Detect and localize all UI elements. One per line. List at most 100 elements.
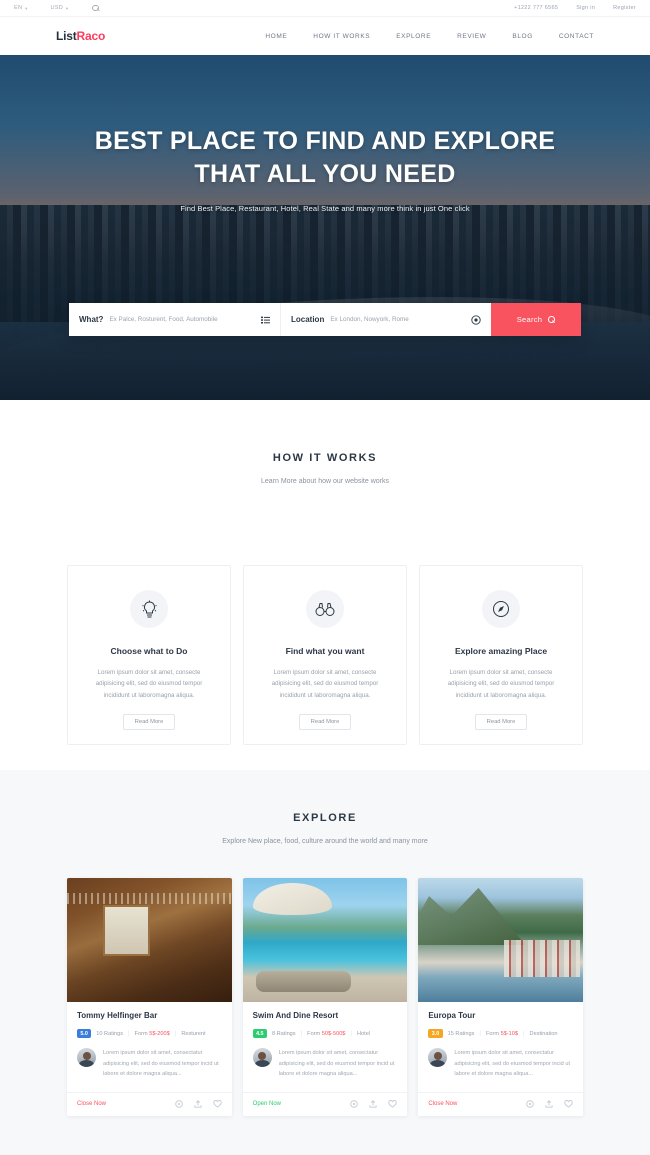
price-value: 5$-10$ <box>500 1030 518 1037</box>
listing-category: Resturent <box>181 1030 206 1037</box>
hero-banner: BEST PLACE TO FIND AND EXPLORE THAT ALL … <box>0 55 650 400</box>
how-it-works-card-2: Find what you want Lorem ipsum dolor sit… <box>243 565 407 745</box>
card-title: Find what you want <box>285 646 365 656</box>
avatar <box>428 1048 448 1068</box>
search-what-label: What? <box>79 315 104 324</box>
avatar <box>252 1048 272 1068</box>
listing-description-row: Lorem ipsum dolor sit amet, consectatur … <box>77 1048 222 1090</box>
alpine-village-photo <box>418 878 584 1002</box>
ratings-count: 10 Ratings <box>96 1030 124 1037</box>
listing-card[interactable]: Swim And Dine Resort 4.5 8 Ratings | For… <box>242 878 408 1117</box>
currency-label: USD <box>50 5 64 11</box>
hero-search-bar: What? Ex Palce, Rosturent, Food, Automob… <box>69 303 581 336</box>
search-location-label: Location <box>291 315 325 324</box>
section-title: HOW IT WORKS <box>272 452 378 464</box>
hero-title-line-2: THAT ALL YOU NEED <box>194 160 456 188</box>
topbar-right-group: +1222 777 6565 Sign in Register <box>514 5 636 11</box>
listing-actions <box>350 1100 397 1108</box>
bar-interior-photo <box>67 878 232 1002</box>
search-icon <box>548 316 555 323</box>
card-text: Lorem ipsum dolor sit amet, consecte adi… <box>95 669 203 699</box>
search-what-field[interactable]: What? Ex Palce, Rosturent, Food, Automob… <box>69 303 280 336</box>
listing-card[interactable]: Europa Tour 3.0 15 Ratings | Form 5$-10$… <box>418 878 584 1117</box>
search-icon[interactable] <box>91 4 100 13</box>
phone-number: +1222 777 6565 <box>514 5 559 11</box>
site-header: ListRaco HOME HOW IT WORKS EXPLORE REVIE… <box>0 17 650 55</box>
nav-item-how-it-works[interactable]: HOW IT WORKS <box>313 33 370 40</box>
read-more-button[interactable]: Read More <box>474 714 528 731</box>
listing-description-row: Lorem ipsum dolor sit amet, consectatur … <box>428 1048 573 1090</box>
listing-card[interactable]: Tommy Helfinger Bar 5.0 10 Ratings | For… <box>67 878 232 1117</box>
share-icon[interactable] <box>194 1100 202 1108</box>
location-pin-icon[interactable] <box>174 1100 183 1108</box>
heart-icon[interactable] <box>388 1100 397 1108</box>
hero-content: BEST PLACE TO FIND AND EXPLORE THAT ALL … <box>0 55 650 400</box>
rating-badge: 4.5 <box>252 1029 267 1039</box>
ratings-count: 15 Ratings <box>447 1030 475 1037</box>
share-icon[interactable] <box>369 1100 377 1108</box>
location-pin-icon[interactable] <box>350 1100 359 1108</box>
share-icon[interactable] <box>545 1100 553 1108</box>
listing-body: Europa Tour 3.0 15 Ratings | Form 5$-10$… <box>418 1002 583 1090</box>
status-badge: Close Now <box>77 1101 107 1108</box>
card-text: Lorem ipsum dolor sit amet, consecte adi… <box>271 669 379 699</box>
heart-icon[interactable] <box>213 1100 222 1108</box>
price-range: Form 5$-10$ <box>485 1030 518 1037</box>
search-location-field[interactable]: Location Ex London, Nowyork, Rome <box>280 303 491 336</box>
section-subtitle: Learn More about how our website works <box>260 478 389 485</box>
nav-item-contact[interactable]: CONTACT <box>559 33 594 40</box>
language-selector[interactable]: EN ▼ <box>14 5 41 11</box>
topbar-left-group: EN ▼ USD ▼ <box>14 4 100 13</box>
list-icon[interactable] <box>261 316 270 324</box>
section-title: EXPLORE <box>293 812 357 824</box>
listing-footer: Close Now <box>67 1092 232 1116</box>
listing-description: Lorem ipsum dolor sit amet, consectatur … <box>454 1050 571 1077</box>
listing-description: Lorem ipsum dolor sit amet, consectatur … <box>278 1050 395 1077</box>
heart-icon[interactable] <box>564 1100 573 1108</box>
register-link[interactable]: Register <box>613 5 636 11</box>
main-navigation: HOME HOW IT WORKS EXPLORE REVIEW BLOG CO… <box>265 33 594 40</box>
read-more-button[interactable]: Read More <box>298 714 352 731</box>
how-it-works-card-3: Explore amazing Place Lorem ipsum dolor … <box>419 565 583 745</box>
price-range: Form 50$-500$ <box>307 1030 346 1037</box>
resort-pool-photo <box>242 878 408 1002</box>
search-what-placeholder: Ex Palce, Rosturent, Food, Automobile <box>109 316 218 323</box>
listing-footer: Close Now <box>418 1092 584 1116</box>
location-pin-icon[interactable] <box>526 1100 534 1108</box>
nav-item-review[interactable]: REVIEW <box>457 33 486 40</box>
site-logo[interactable]: ListRaco <box>56 29 105 43</box>
explore-section: EXPLORE Explore New place, food, culture… <box>0 770 650 1155</box>
how-it-works-section: HOW IT WORKS Learn More about how our we… <box>0 400 650 485</box>
card-title: Explore amazing Place <box>454 646 548 656</box>
listing-actions <box>174 1100 222 1108</box>
search-button[interactable]: Search <box>491 303 581 336</box>
language-label: EN <box>14 5 23 11</box>
listing-title: Europa Tour <box>428 1011 476 1020</box>
sign-in-link[interactable]: Sign in <box>576 5 595 11</box>
price-range: Form 5$-200$ <box>134 1030 170 1037</box>
currency-selector[interactable]: USD ▼ <box>51 5 82 11</box>
read-more-button[interactable]: Read More <box>122 714 176 731</box>
listing-category: Hotel <box>356 1030 371 1037</box>
utility-top-bar: EN ▼ USD ▼ +1222 777 6565 Sign in Regist… <box>0 0 650 17</box>
target-icon[interactable] <box>471 314 481 325</box>
listing-title: Tommy Helfinger Bar <box>77 1011 158 1020</box>
divider: | <box>522 1030 525 1037</box>
divider: | <box>479 1030 481 1037</box>
nav-item-explore[interactable]: EXPLORE <box>396 33 431 40</box>
listing-meta: 4.5 8 Ratings | Form 50$-500$ | Hotel <box>252 1029 398 1039</box>
search-location-placeholder: Ex London, Nowyork, Rome <box>330 316 409 323</box>
listing-body: Swim And Dine Resort 4.5 8 Ratings | For… <box>243 1002 408 1090</box>
listing-cards: Tommy Helfinger Bar 5.0 10 Ratings | For… <box>67 878 584 1117</box>
listing-description-row: Lorem ipsum dolor sit amet, consectatur … <box>252 1048 398 1090</box>
divider: | <box>300 1030 303 1037</box>
listing-actions <box>526 1100 573 1108</box>
divider: | <box>350 1030 352 1037</box>
nav-item-home[interactable]: HOME <box>265 33 287 40</box>
nav-item-blog[interactable]: BLOG <box>512 33 532 40</box>
how-it-works-heading: HOW IT WORKS Learn More about how our we… <box>0 400 650 485</box>
avatar <box>77 1048 96 1068</box>
rating-badge: 3.0 <box>428 1029 443 1039</box>
search-button-label: Search <box>516 315 543 324</box>
listing-body: Tommy Helfinger Bar 5.0 10 Ratings | For… <box>67 1002 232 1090</box>
